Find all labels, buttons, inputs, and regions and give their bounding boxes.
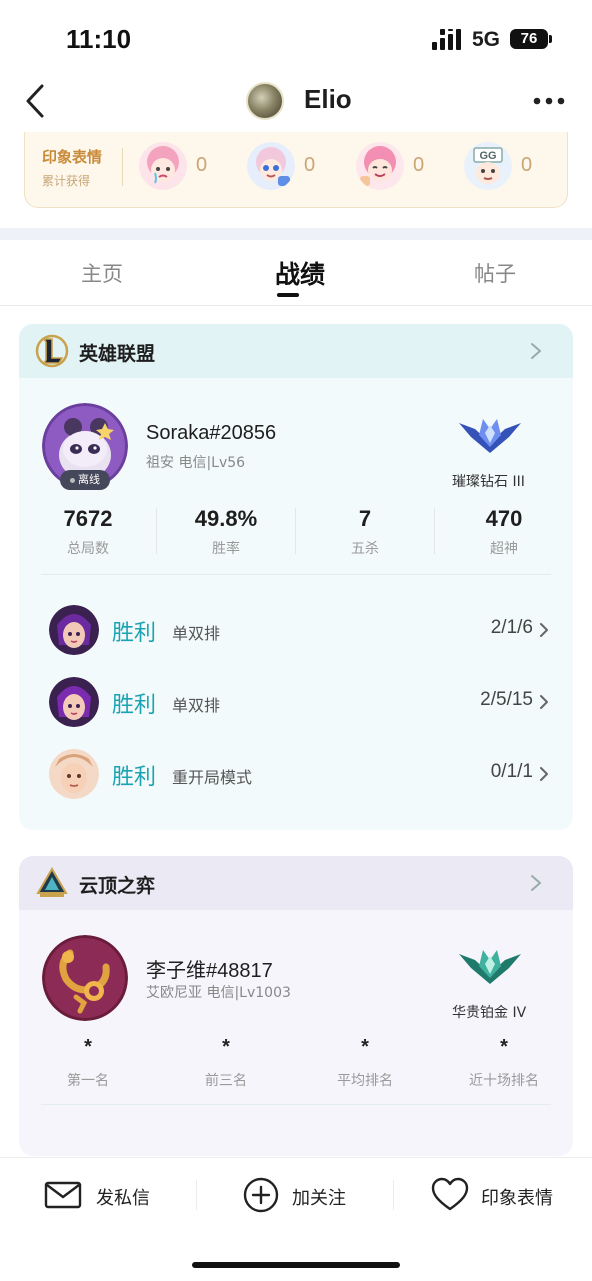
chevron-right-icon	[540, 767, 548, 781]
stat-value: 470	[485, 506, 523, 531]
more-icon[interactable]	[532, 95, 566, 107]
match-result: 胜利	[112, 693, 157, 718]
emote-count: 0	[521, 154, 533, 176]
crying-girl-emote-icon	[139, 142, 187, 190]
lol-card: 英雄联盟 离线 Soraka#20856 祖安 电信|Lv56 璀璨钻石 III…	[19, 324, 573, 830]
network-label: 5G	[472, 28, 501, 51]
impression-emote-label: 印象表情	[481, 1188, 553, 1209]
mail-icon	[44, 1181, 82, 1209]
impression-emote-button[interactable]: 印象表情	[431, 1176, 571, 1216]
back-arrow-icon[interactable]	[20, 80, 54, 122]
status-bar: 11:10 5G 76	[0, 0, 592, 70]
impression-subtitle: 累计获得	[42, 174, 91, 188]
match-kda: 0/1/1	[490, 761, 533, 782]
tab-posts[interactable]: 帖子	[474, 258, 516, 288]
lol-card-header[interactable]: 英雄联盟	[19, 324, 573, 378]
pink-hair-thumbsup-emote-icon	[356, 142, 404, 190]
tab-records[interactable]: 战绩	[275, 255, 325, 291]
plus-circle-icon	[243, 1177, 279, 1213]
follow-button[interactable]: 加关注	[242, 1176, 372, 1216]
blue-hair-pointing-emote-icon	[247, 142, 295, 190]
status-badge: 离线	[60, 470, 110, 490]
stat-label: 总局数	[67, 541, 109, 557]
lol-game-name: 英雄联盟	[79, 343, 156, 365]
stat-value: *	[84, 1036, 92, 1058]
header: Elio	[0, 70, 592, 132]
tab-underline	[277, 293, 299, 297]
stat-value: *	[361, 1036, 369, 1058]
tft-card-header[interactable]: 云顶之弈	[19, 856, 573, 910]
emote-count: 0	[413, 154, 425, 176]
divider	[41, 1104, 551, 1105]
divider	[41, 574, 551, 575]
tft-rank-name: 华贵铂金 IV	[452, 1005, 527, 1021]
tft-card: 云顶之弈 李子维#48817 艾欧尼亚 电信|Lv1003 华贵铂金 IV * …	[19, 856, 573, 1156]
match-kda: 2/5/15	[480, 689, 533, 710]
tab-bar: 主页 战绩 帖子	[0, 240, 592, 306]
tft-logo-icon	[36, 867, 68, 897]
tft-player-name: 李子维#48817	[146, 960, 273, 982]
lol-rank-name: 璀璨钻石 III	[452, 474, 525, 490]
platinum-rank-icon	[459, 950, 521, 984]
stat-value: *	[500, 1036, 508, 1058]
impression-title: 印象表情	[42, 148, 103, 166]
home-indicator	[192, 1262, 400, 1268]
league-of-legends-logo-icon	[35, 334, 69, 368]
stat-label: 超神	[490, 541, 518, 557]
status-time: 11:10	[66, 24, 132, 54]
section-divider	[0, 228, 592, 240]
action-divider	[196, 1180, 197, 1210]
match-row[interactable]: 胜利 单双排 2/1/6	[19, 595, 573, 667]
match-row[interactable]: 胜利 重开局模式 0/1/1	[19, 739, 573, 811]
match-mode: 单双排	[172, 696, 221, 715]
battery-nub	[549, 35, 552, 43]
tft-game-name: 云顶之弈	[79, 875, 156, 897]
match-result: 胜利	[112, 621, 157, 646]
chevron-right-icon[interactable]	[529, 341, 543, 361]
gg-sign-emote-icon: GG	[464, 142, 512, 190]
match-mode: 重开局模式	[172, 768, 253, 787]
action-divider	[393, 1180, 394, 1210]
avatar[interactable]	[246, 82, 284, 120]
player-avatar[interactable]	[42, 935, 128, 1021]
tab-home[interactable]: 主页	[81, 258, 123, 288]
stat-value: 7	[358, 506, 372, 531]
champion-portrait	[49, 749, 99, 799]
page-title: Elio	[304, 84, 352, 114]
match-kda: 2/1/6	[490, 617, 533, 638]
stat-label: 前三名	[205, 1073, 247, 1089]
stat-value: 7672	[63, 506, 113, 531]
lol-player-server: 祖安 电信|Lv56	[146, 455, 246, 471]
match-row[interactable]: 胜利 单双排 2/5/15	[19, 667, 573, 739]
impression-card[interactable]: 印象表情 累计获得 0 0 0 GG 0	[24, 132, 568, 208]
diamond-rank-icon	[459, 419, 521, 453]
champion-portrait	[49, 677, 99, 727]
chevron-right-icon	[540, 623, 548, 637]
heart-icon	[431, 1177, 469, 1211]
impression-divider	[122, 148, 123, 186]
emote-count: 0	[304, 154, 316, 176]
stat-label: 平均排名	[337, 1073, 393, 1089]
stat-label: 第一名	[67, 1073, 109, 1089]
chevron-right-icon	[540, 695, 548, 709]
stat-label: 胜率	[212, 541, 240, 557]
stat-value: *	[222, 1036, 230, 1058]
champion-portrait	[49, 605, 99, 655]
lol-player-name: Soraka#20856	[146, 422, 277, 444]
emote-count: 0	[196, 154, 208, 176]
svg-text:GG: GG	[479, 150, 496, 162]
stat-label: 五杀	[351, 541, 379, 557]
send-message-label: 发私信	[96, 1188, 150, 1209]
chevron-right-icon[interactable]	[529, 873, 543, 893]
signal-icon	[432, 29, 461, 50]
send-message-button[interactable]: 发私信	[44, 1176, 174, 1216]
match-result: 胜利	[112, 765, 157, 790]
follow-label: 加关注	[292, 1188, 346, 1209]
stat-value: 49.8%	[194, 506, 258, 531]
battery-icon: 76	[510, 29, 548, 49]
tft-player-server: 艾欧尼亚 电信|Lv1003	[146, 985, 291, 1001]
stat-label: 近十场排名	[469, 1073, 539, 1089]
match-mode: 单双排	[172, 624, 221, 643]
